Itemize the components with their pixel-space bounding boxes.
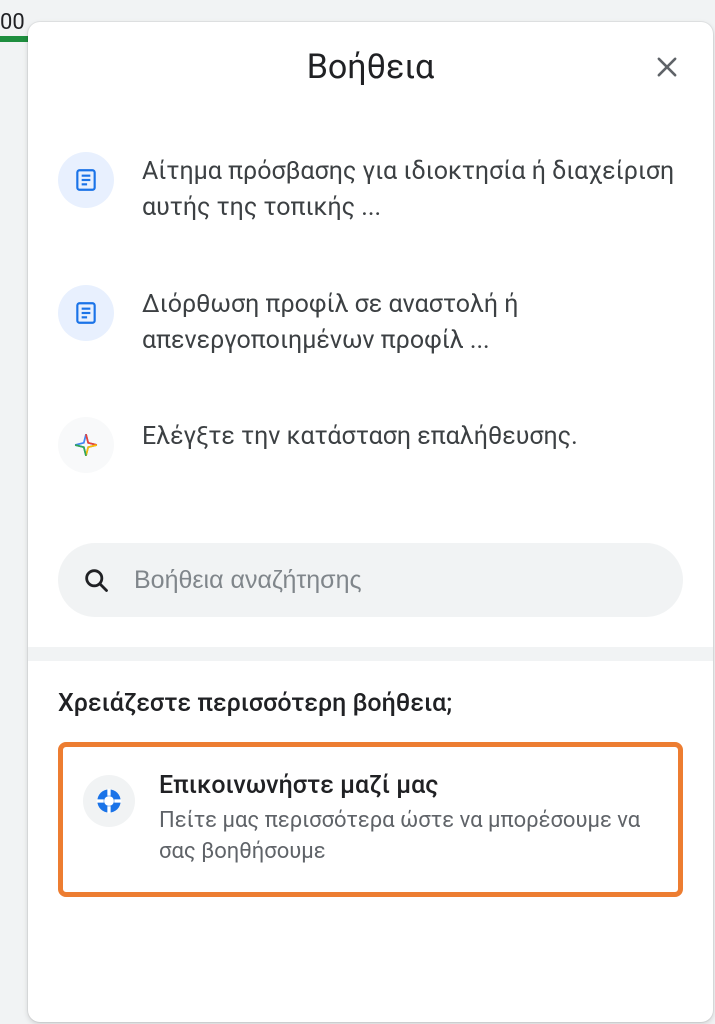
article-icon — [73, 300, 99, 326]
background-green-indicator — [0, 36, 30, 42]
help-articles-list: Αίτημα πρόσβασης για ιδιοκτησία ή διαχεί… — [28, 112, 713, 531]
help-panel-body[interactable]: Αίτημα πρόσβασης για ιδιοκτησία ή διαχεί… — [28, 112, 713, 1022]
help-article-item-label: Ελέγξτε την κατάσταση επαλήθευσης. — [142, 415, 578, 455]
section-divider — [28, 647, 713, 661]
contact-text: Επικοινωνήστε μαζί μας Πείτε μας περισσό… — [159, 771, 658, 868]
contact-us-title: Επικοινωνήστε μαζί μας — [159, 771, 658, 800]
close-button[interactable] — [647, 47, 687, 87]
contact-us-subtitle: Πείτε μας περισσότερα ώστε να μπορέσουμε… — [159, 806, 658, 868]
help-panel: Βοήθεια Αίτημα πρόσβασης για ιδιοκτησί — [28, 22, 713, 1022]
help-search-box[interactable] — [58, 543, 683, 617]
article-icon — [73, 167, 99, 193]
help-search-input[interactable] — [134, 566, 659, 595]
contact-us-card[interactable]: Επικοινωνήστε μαζί μας Πείτε μας περισσό… — [58, 742, 683, 897]
help-article-item-2[interactable]: Ελέγξτε την κατάσταση επαλήθευσης. — [58, 387, 683, 501]
help-article-item-label: Διόρθωση προφίλ σε αναστολή ή απενεργοπο… — [142, 283, 683, 360]
more-help-title: Χρειάζεστε περισσότερη βοήθεια; — [58, 689, 683, 718]
article-icon-wrap — [58, 285, 114, 341]
lifesaver-icon-wrap — [83, 775, 135, 827]
sparkle-icon-wrap — [58, 417, 114, 473]
sparkle-icon — [73, 432, 99, 458]
more-help-section: Χρειάζεστε περισσότερη βοήθεια; Επικοινω… — [28, 661, 713, 927]
help-article-item-label: Αίτημα πρόσβασης για ιδιοκτησία ή διαχεί… — [142, 150, 683, 227]
help-article-item-1[interactable]: Διόρθωση προφίλ σε αναστολή ή απενεργοπο… — [58, 255, 683, 388]
article-icon-wrap — [58, 152, 114, 208]
help-panel-title: Βοήθεια — [307, 47, 435, 87]
help-article-item-0[interactable]: Αίτημα πρόσβασης για ιδιοκτησία ή διαχεί… — [58, 122, 683, 255]
search-icon — [82, 566, 110, 594]
help-panel-header: Βοήθεια — [28, 22, 713, 112]
lifesaver-icon — [95, 787, 123, 815]
close-icon — [653, 53, 681, 81]
